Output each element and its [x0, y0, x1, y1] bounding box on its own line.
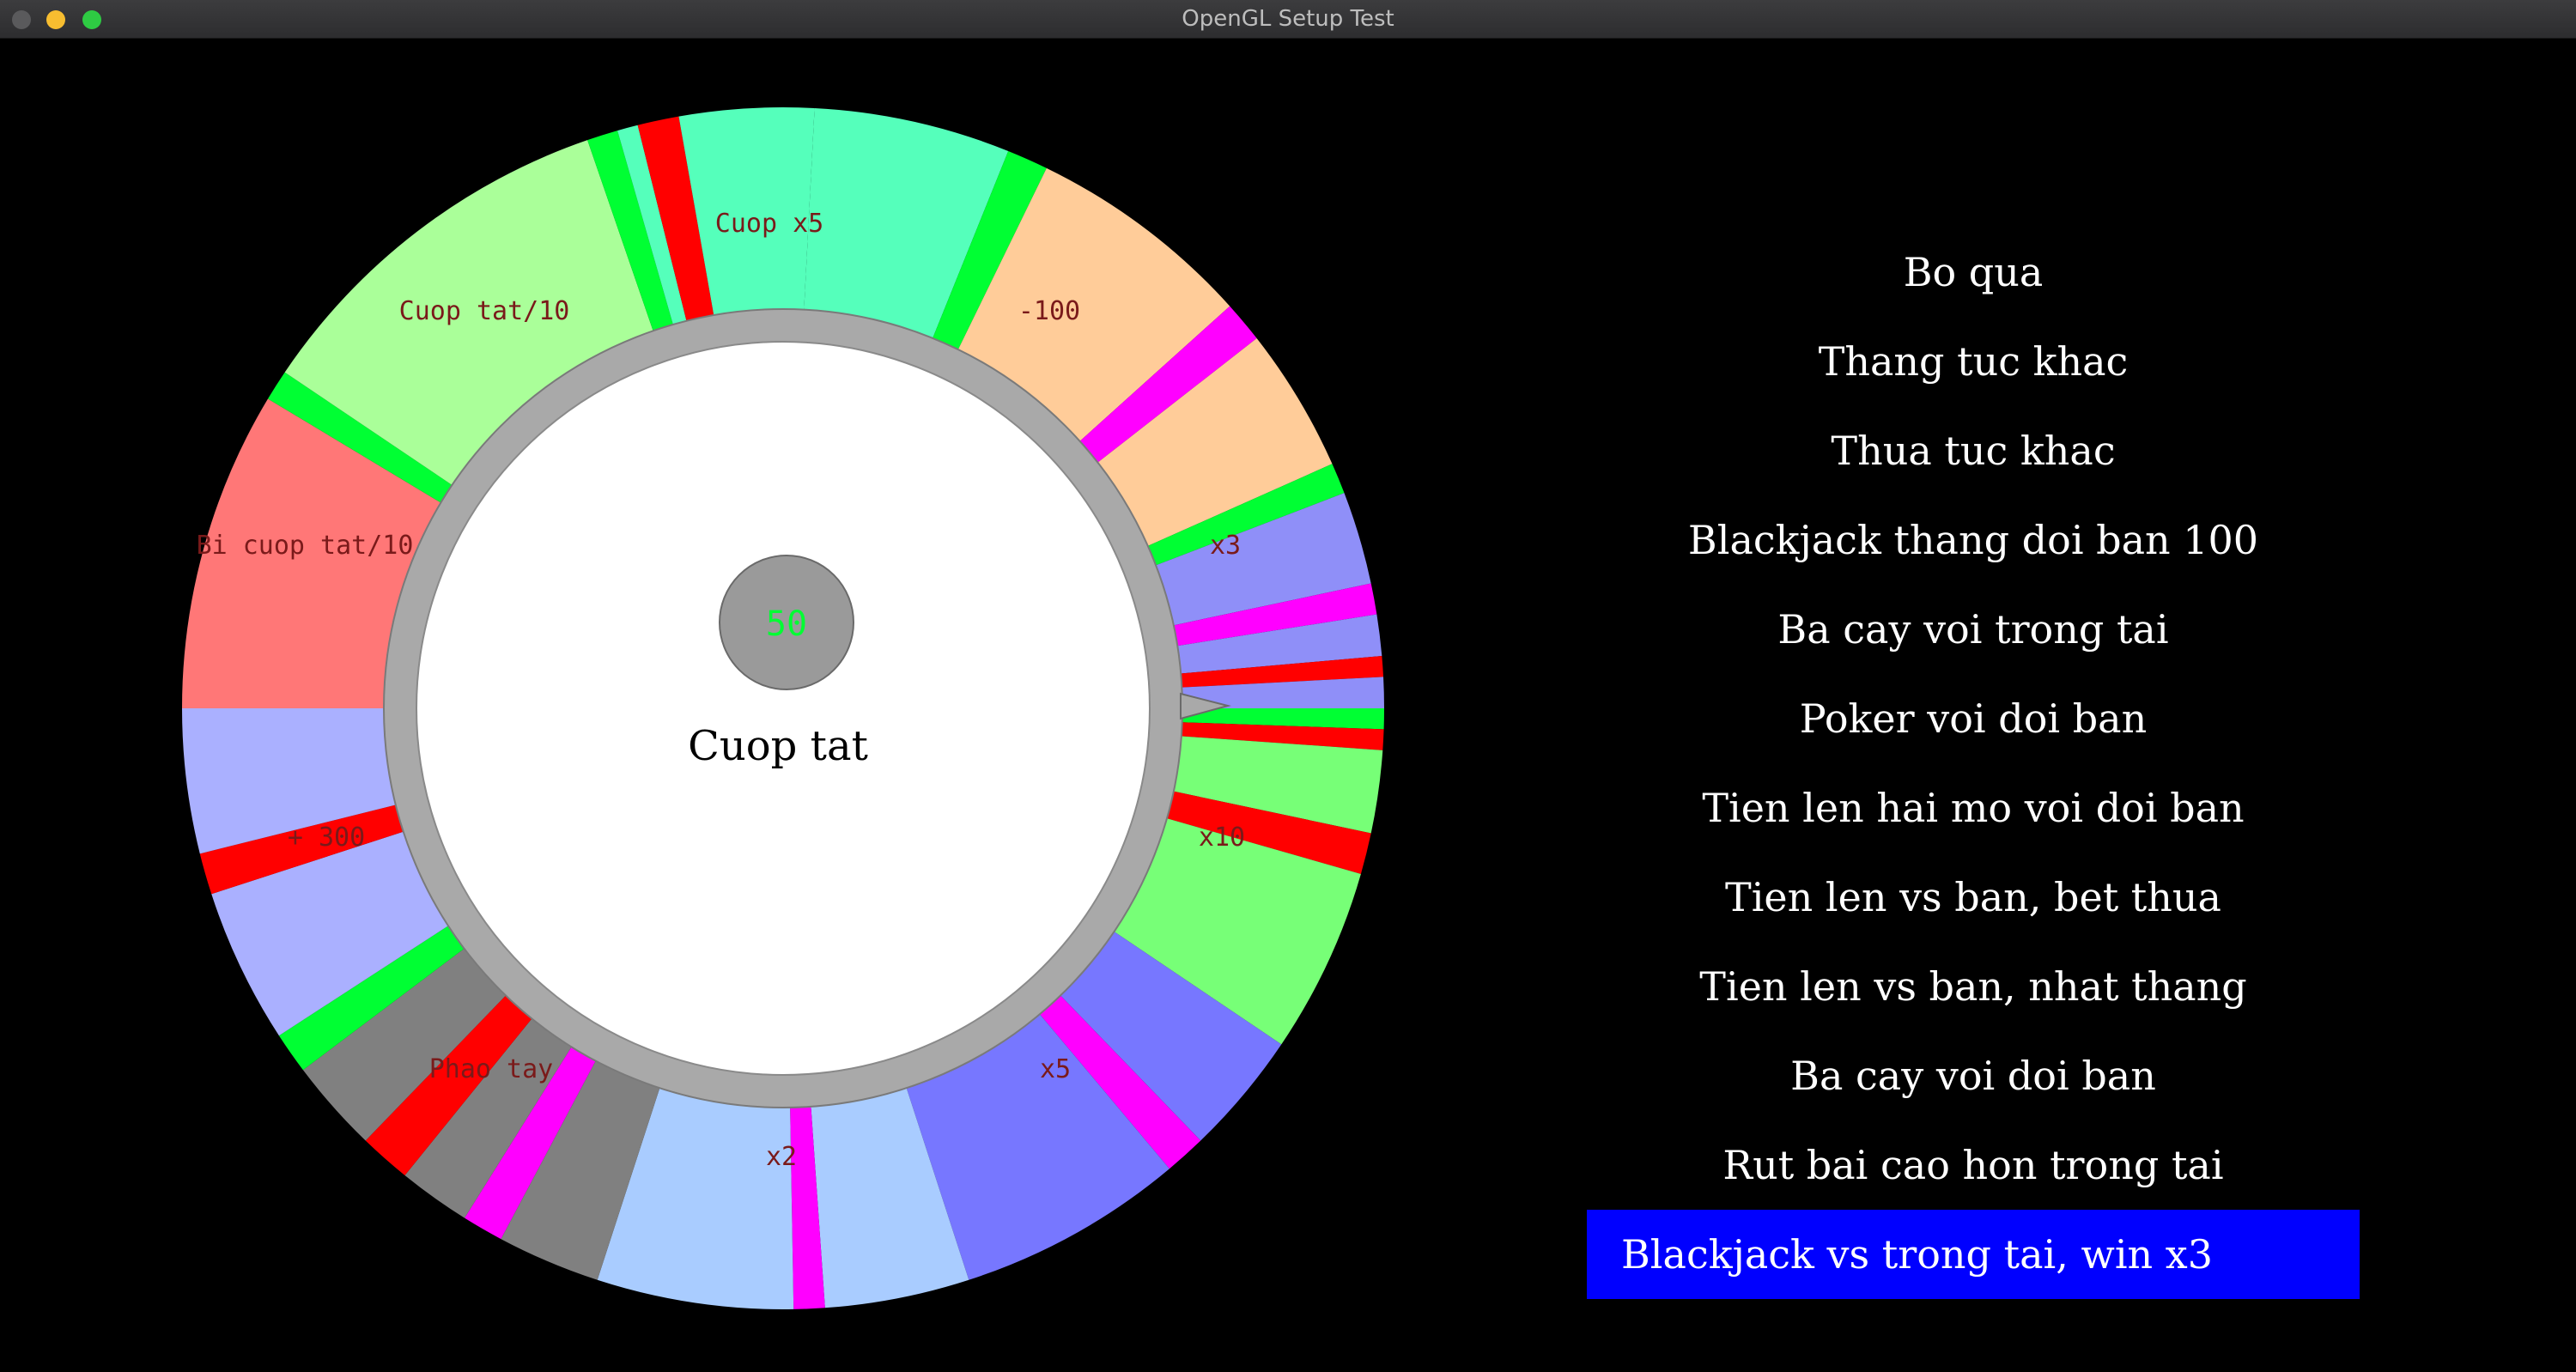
- menu-item-blackjack-win-x3[interactable]: Blackjack vs trong tai, win x3: [1587, 1210, 2360, 1299]
- menu-item-tien-len-bet-thua[interactable]: Tien len vs ban, bet thua: [1587, 853, 2360, 942]
- menu-item-thang-tuc-khac[interactable]: Thang tuc khac: [1587, 317, 2360, 406]
- wheel-segment-label: x5: [1040, 1054, 1071, 1084]
- wheel-segment-label: Cuop tat/10: [399, 296, 570, 326]
- wheel-segment-label: x10: [1199, 823, 1245, 853]
- menu-item-label: Thang tuc khac: [1818, 338, 2129, 385]
- menu-item-label: Poker voi doi ban: [1799, 695, 2148, 742]
- wheel-segment-label: x2: [766, 1142, 797, 1172]
- wheel-segment-label: Cuop x5: [715, 209, 823, 239]
- menu-item-rut-bai[interactable]: Rut bai cao hon trong tai: [1587, 1120, 2360, 1210]
- menu-item-label: Thua tuc khac: [1831, 428, 2116, 474]
- menu-item-label: Tien len hai mo voi doi ban: [1702, 785, 2245, 831]
- menu-item-poker[interactable]: Poker voi doi ban: [1587, 674, 2360, 763]
- menu-item-label: Blackjack vs trong tai, win x3: [1621, 1231, 2214, 1278]
- menu-item-thua-tuc-khac[interactable]: Thua tuc khac: [1587, 406, 2360, 495]
- menu-item-label: Tien len vs ban, nhat thang: [1699, 963, 2247, 1010]
- menu-item-label: Tien len vs ban, bet thua: [1725, 874, 2221, 920]
- menu-item-ba-cay-doi-ban[interactable]: Ba cay voi doi ban: [1587, 1031, 2360, 1120]
- wheel-segment-label: Phao tay: [429, 1054, 554, 1084]
- menu-item-label: Rut bai cao hon trong tai: [1722, 1142, 2224, 1188]
- window-title: OpenGL Setup Test: [1182, 6, 1394, 32]
- wheel-center-disc: [416, 341, 1151, 1076]
- menu-item-label: Bo qua: [1903, 249, 2044, 295]
- hub-value: 50: [766, 604, 807, 644]
- wheel-segment-label: x3: [1210, 531, 1241, 561]
- menu-item-label: Blackjack thang doi ban 100: [1687, 517, 2259, 563]
- wheel-segment-label: + 300: [288, 823, 365, 853]
- prize-wheel[interactable]: Cuop x5 -100 x3 x10 x5 x2 Phao tay + 300 Bi cuop…: [0, 39, 1460, 1372]
- menu-item-ba-cay-trong-tai[interactable]: Ba cay voi trong tai: [1587, 585, 2360, 674]
- wheel-segment-label: Bi cuop tat/10: [197, 531, 414, 561]
- menu-item-bo-qua[interactable]: Bo qua: [1587, 228, 2360, 317]
- menu-item-blackjack-thang[interactable]: Blackjack thang doi ban 100: [1587, 495, 2360, 585]
- title-bar: OpenGL Setup Test: [0, 0, 2576, 39]
- wheel-segment-label: -100: [1018, 296, 1080, 326]
- menu-item-label: Ba cay voi trong tai: [1777, 606, 2169, 653]
- menu-item-tien-len-nhat-thang[interactable]: Tien len vs ban, nhat thang: [1587, 942, 2360, 1031]
- menu-item-tien-len-hai-mo[interactable]: Tien len hai mo voi doi ban: [1587, 763, 2360, 853]
- wheel-result-text: Cuop tat: [688, 722, 868, 770]
- menu-item-label: Ba cay voi doi ban: [1790, 1053, 2156, 1099]
- opengl-canvas: Cuop x5 -100 x3 x10 x5 x2 Phao tay + 300 Bi cuop…: [0, 39, 2576, 1372]
